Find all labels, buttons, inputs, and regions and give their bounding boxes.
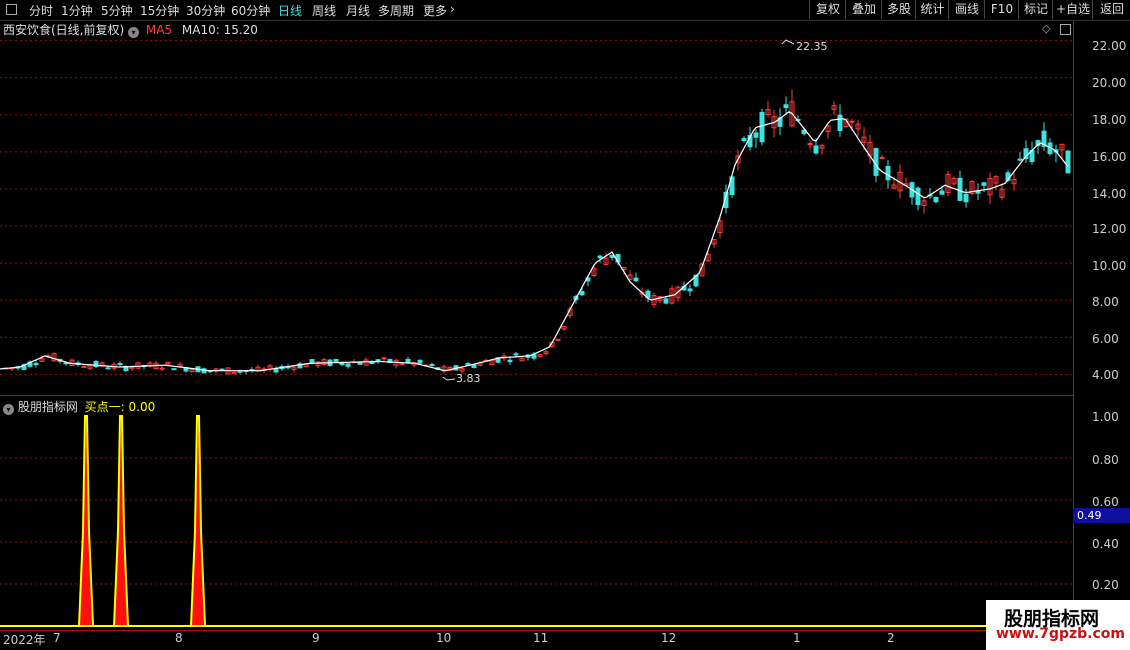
candle-body [117,363,123,366]
x-tick: 7 [53,631,61,645]
candle-body [81,365,87,368]
candle-body [219,368,225,371]
candle-body [939,190,945,195]
candle-body [1017,158,1023,161]
panel-divider [0,395,1073,396]
candle-body [381,357,387,360]
candle-body [963,193,969,203]
candle-body [405,358,411,363]
x-tick: 1 [793,631,801,645]
x-tick: 10 [436,631,452,645]
candle-body [849,120,855,123]
y-tick: 0.60 [1092,495,1119,509]
candle-body [783,104,789,109]
y-tick: 0.40 [1092,537,1119,551]
x-tick: 2 [887,631,895,645]
candle-body [105,367,111,370]
high-annotation: 22.35 [796,40,828,53]
y-tick: 22.00 [1092,39,1127,53]
y-tick: 16.00 [1092,150,1127,164]
y-tick: 1.00 [1092,410,1119,424]
high-pointer [781,39,795,45]
y-tick: 0.20 [1092,578,1119,592]
candle-body [231,371,237,374]
candle-body [555,338,561,341]
candle-body [837,114,843,132]
candle-body [237,370,243,373]
candle-body [597,255,603,259]
candle-body [345,363,351,367]
candle-body [879,156,885,159]
candle-body [753,132,759,138]
ma10-line [0,111,1069,372]
candle-body [741,138,747,142]
candle-body [957,177,963,201]
chart-canvas: 22.35 3.83 [0,39,1073,627]
candle-body [417,359,423,364]
candle-body [981,182,987,186]
y-tick: 14.00 [1092,187,1127,201]
candle-body [333,358,339,363]
y-tick: 4.00 [1092,368,1119,382]
x-tick: 2022年 [3,633,46,647]
candle-body [915,187,921,206]
candle-body [471,364,477,368]
x-tick: 8 [175,631,183,645]
candle-body [933,196,939,203]
y-axis-line [1073,21,1074,630]
candle-body [357,362,363,365]
candle-body [171,368,177,371]
candle-body [513,353,519,356]
current-value-box: 0.49 [1073,508,1130,523]
y-tick: 20.00 [1092,76,1127,90]
candle-body [807,143,813,146]
candle-body [813,145,819,154]
low-pointer [442,376,456,381]
y-tick: 10.00 [1092,259,1127,273]
candle-body [399,363,405,366]
y-tick: 6.00 [1092,332,1119,346]
x-tick: 11 [533,631,549,645]
candle-body [33,363,39,366]
watermark-logo: 股朋指标网 www.7gpzb.com [986,600,1130,650]
candle-body [759,111,765,143]
candlesticks [3,89,1071,375]
y-tick: 12.00 [1092,222,1127,236]
candle-body [579,291,585,296]
candle-body [885,165,891,181]
y-tick: 18.00 [1092,113,1127,127]
low-annotation: 3.83 [456,372,481,385]
indicator-signals [78,415,206,627]
candle-body [609,254,615,258]
candle-body [507,359,513,363]
candle-body [273,368,279,373]
y-tick: 8.00 [1092,295,1119,309]
watermark-url: www.7gpzb.com [996,626,1126,642]
candle-body [1065,150,1071,174]
candle-body [633,277,639,282]
y-tick: 0.80 [1092,453,1119,467]
grid-lines [0,40,1073,585]
candle-body [663,298,669,304]
candle-body [429,363,435,366]
x-tick: 12 [661,631,677,645]
candle-body [687,288,693,292]
x-tick: 9 [312,631,320,645]
